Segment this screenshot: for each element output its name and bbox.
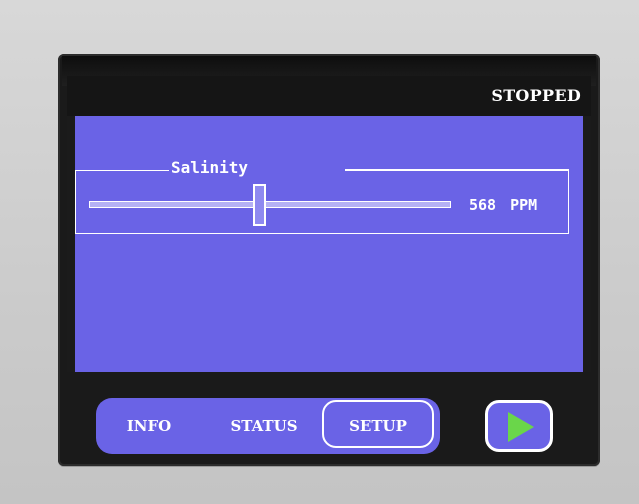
tab-info[interactable]: INFO — [110, 398, 188, 454]
setup-panel — [75, 116, 583, 372]
salinity-readout: 568 PPM — [469, 196, 537, 214]
nav-tab-bar: INFO STATUS SETUP — [96, 398, 440, 454]
start-button[interactable] — [485, 400, 553, 452]
status-bar: STOPPED — [67, 76, 591, 116]
touch-screen: STOPPED Salinity 568 PPM INFO STATUS SETU… — [67, 76, 591, 460]
machine-status: STOPPED — [491, 86, 581, 105]
tab-status[interactable]: STATUS — [216, 398, 312, 454]
tab-setup[interactable]: SETUP — [322, 400, 434, 448]
salinity-unit: PPM — [510, 196, 538, 214]
salinity-slider-track[interactable] — [89, 201, 451, 208]
salinity-value: 568 — [469, 196, 497, 214]
play-icon — [508, 412, 534, 442]
salinity-slider-thumb[interactable] — [252, 184, 266, 226]
